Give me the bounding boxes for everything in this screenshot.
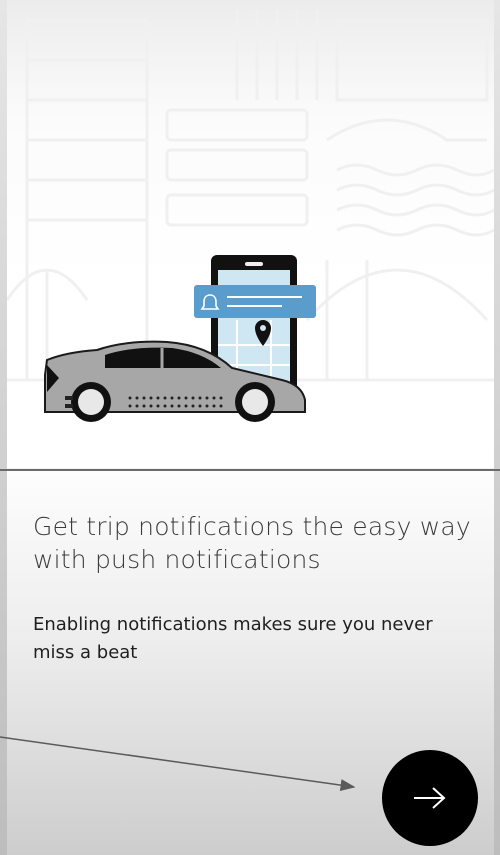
next-button[interactable] xyxy=(382,750,478,846)
annotation-arrow-icon xyxy=(0,736,356,792)
arrow-right-icon xyxy=(414,787,446,809)
onboarding-screen: Get trip notifications the easy way with… xyxy=(0,0,500,855)
